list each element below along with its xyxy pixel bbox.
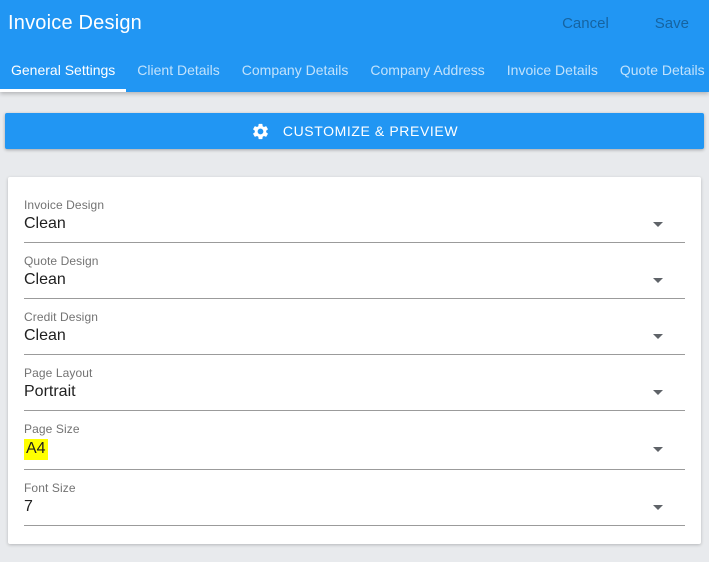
header-actions: Cancel Save: [560, 11, 691, 36]
chevron-down-icon: [653, 334, 663, 339]
main-content: CUSTOMIZE & PREVIEW Invoice Design Clean…: [0, 92, 709, 544]
tab-company-details[interactable]: Company Details: [231, 47, 360, 92]
app-header: Invoice Design Cancel Save General Setti…: [0, 0, 709, 92]
field-quote-design[interactable]: Quote Design Clean: [24, 254, 685, 299]
title-row: Invoice Design Cancel Save: [0, 0, 709, 47]
tab-company-address[interactable]: Company Address: [359, 47, 495, 92]
tab-quote-details[interactable]: Quote Details: [609, 47, 709, 92]
chevron-down-icon: [653, 505, 663, 510]
page-layout-value: Portrait: [24, 383, 76, 401]
customize-preview-label: CUSTOMIZE & PREVIEW: [283, 123, 458, 139]
credit-design-select[interactable]: Clean: [24, 326, 685, 355]
chevron-down-icon: [653, 447, 663, 452]
font-size-value: 7: [24, 498, 33, 516]
field-label-page-size: Page Size: [24, 422, 685, 436]
font-size-select[interactable]: 7: [24, 497, 685, 526]
credit-design-value: Clean: [24, 327, 66, 345]
quote-design-value: Clean: [24, 271, 66, 289]
tab-invoice-details[interactable]: Invoice Details: [496, 47, 609, 92]
quote-design-select[interactable]: Clean: [24, 270, 685, 299]
field-label-credit-design: Credit Design: [24, 310, 685, 324]
tab-client-details[interactable]: Client Details: [126, 47, 230, 92]
field-label-invoice-design: Invoice Design: [24, 198, 685, 212]
invoice-design-select[interactable]: Clean: [24, 214, 685, 243]
field-credit-design[interactable]: Credit Design Clean: [24, 310, 685, 355]
field-label-quote-design: Quote Design: [24, 254, 685, 268]
tab-bar: General Settings Client Details Company …: [0, 47, 709, 92]
field-label-page-layout: Page Layout: [24, 366, 685, 380]
chevron-down-icon: [653, 390, 663, 395]
cancel-button[interactable]: Cancel: [560, 11, 611, 36]
save-button[interactable]: Save: [653, 11, 691, 36]
page-title: Invoice Design: [8, 12, 142, 35]
invoice-design-value: Clean: [24, 215, 66, 233]
gear-icon: [251, 122, 270, 141]
page-layout-select[interactable]: Portrait: [24, 382, 685, 411]
page-size-select[interactable]: A4: [24, 438, 685, 470]
chevron-down-icon: [653, 278, 663, 283]
field-font-size[interactable]: Font Size 7: [24, 481, 685, 526]
field-invoice-design[interactable]: Invoice Design Clean: [24, 198, 685, 243]
chevron-down-icon: [653, 222, 663, 227]
field-label-font-size: Font Size: [24, 481, 685, 495]
page-size-value: A4: [24, 439, 48, 460]
customize-preview-button[interactable]: CUSTOMIZE & PREVIEW: [5, 113, 704, 149]
settings-card: Invoice Design Clean Quote Design Clean …: [8, 177, 701, 544]
field-page-size[interactable]: Page Size A4: [24, 422, 685, 470]
field-page-layout[interactable]: Page Layout Portrait: [24, 366, 685, 411]
tab-general-settings[interactable]: General Settings: [0, 47, 126, 92]
